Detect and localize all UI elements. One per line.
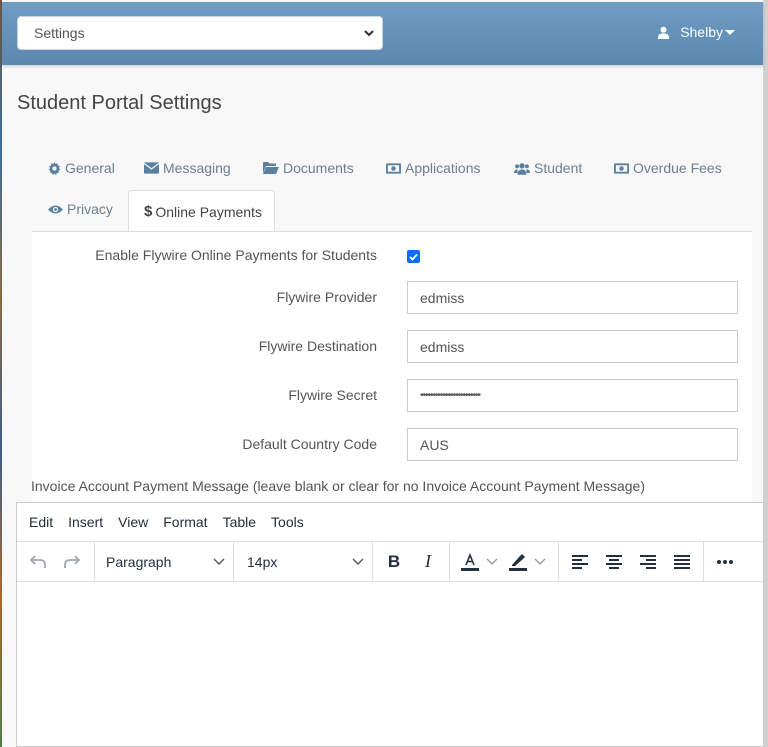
editor-content-area[interactable] [17,582,763,746]
online-payments-panel [32,232,752,502]
invoice-message-label: Invoice Account Payment Message (leave b… [31,478,645,494]
flywire-secret-input[interactable] [407,379,738,412]
editor-toolbar: Paragraph 14px B I [17,542,763,582]
invoice-message-editor: Edit Insert View Format Table Tools Para… [16,502,764,747]
user-menu[interactable]: Shelby [657,24,735,40]
undo-icon [29,554,46,568]
chevron-down-icon [352,558,364,565]
font-size-select[interactable]: 14px [234,545,372,579]
flywire-destination-label: Flywire Destination [258,338,377,354]
justify-button[interactable] [665,545,699,579]
eye-icon [48,205,63,213]
menu-view[interactable]: View [118,514,148,530]
highlight-color-button[interactable] [508,552,546,572]
more-icon [717,559,733,564]
align-justify-icon [674,554,690,569]
user-icon [658,26,670,39]
tab-messaging[interactable]: Messaging [144,160,231,176]
envelope-icon [144,162,159,174]
flywire-provider-input[interactable] [407,281,738,314]
user-name: Shelby [680,24,723,40]
users-icon [514,162,530,175]
page-title: Student Portal Settings [17,92,222,114]
caret-down-icon [725,29,735,35]
menu-tools[interactable]: Tools [271,514,304,530]
tab-online-payments[interactable]: $ Online Payments [128,190,275,232]
align-center-icon [606,554,622,569]
italic-button[interactable]: I [411,545,445,579]
redo-button[interactable] [55,545,89,579]
chevron-down-icon [364,30,374,37]
context-select[interactable]: Settings [17,16,383,50]
enable-flywire-checkbox[interactable] [407,250,420,263]
block-format-select[interactable]: Paragraph [95,545,233,579]
more-tools-button[interactable] [708,545,742,579]
align-center-button[interactable] [597,545,631,579]
checkmark-icon [409,253,418,261]
chevron-down-icon [486,558,498,565]
menu-insert[interactable]: Insert [68,514,103,530]
tab-general[interactable]: General [48,160,115,176]
menu-format[interactable]: Format [163,514,207,530]
desktop-background-edge [0,0,2,747]
tab-privacy[interactable]: Privacy [48,201,113,217]
bold-button[interactable]: B [377,545,411,579]
highlighter-icon [509,553,527,571]
tab-documents[interactable]: Documents [263,160,354,176]
tab-student[interactable]: Student [514,160,582,176]
redo-icon [64,554,81,568]
chevron-down-icon [213,558,225,565]
flywire-provider-label: Flywire Provider [276,289,377,305]
text-color-button[interactable] [460,552,498,572]
money-bill-icon [614,162,629,174]
editor-menubar: Edit Insert View Format Table Tools [17,503,763,542]
dollar-icon: $ [144,203,153,220]
default-country-code-input[interactable] [407,428,738,461]
menu-table[interactable]: Table [223,514,256,530]
flywire-destination-input[interactable] [407,330,738,363]
align-right-icon [640,554,656,569]
context-select-value: Settings [34,25,85,41]
undo-button[interactable] [21,545,55,579]
align-left-icon [572,554,588,569]
default-country-code-label: Default Country Code [242,436,377,452]
tab-overdue-fees[interactable]: Overdue Fees [614,160,722,176]
folder-open-icon [263,162,279,174]
flywire-secret-label: Flywire Secret [288,387,377,403]
top-navbar: Settings Shelby [2,2,763,65]
enable-flywire-label: Enable Flywire Online Payments for Stude… [95,247,377,263]
align-right-button[interactable] [631,545,665,579]
menu-edit[interactable]: Edit [29,514,53,530]
italic-icon: I [425,551,431,571]
chevron-down-icon [534,558,546,565]
align-left-button[interactable] [563,545,597,579]
tab-applications[interactable]: Applications [386,160,481,176]
text-color-icon [461,552,479,571]
money-bill-icon [386,162,401,174]
gear-icon [48,161,61,175]
bold-icon: B [387,551,401,571]
